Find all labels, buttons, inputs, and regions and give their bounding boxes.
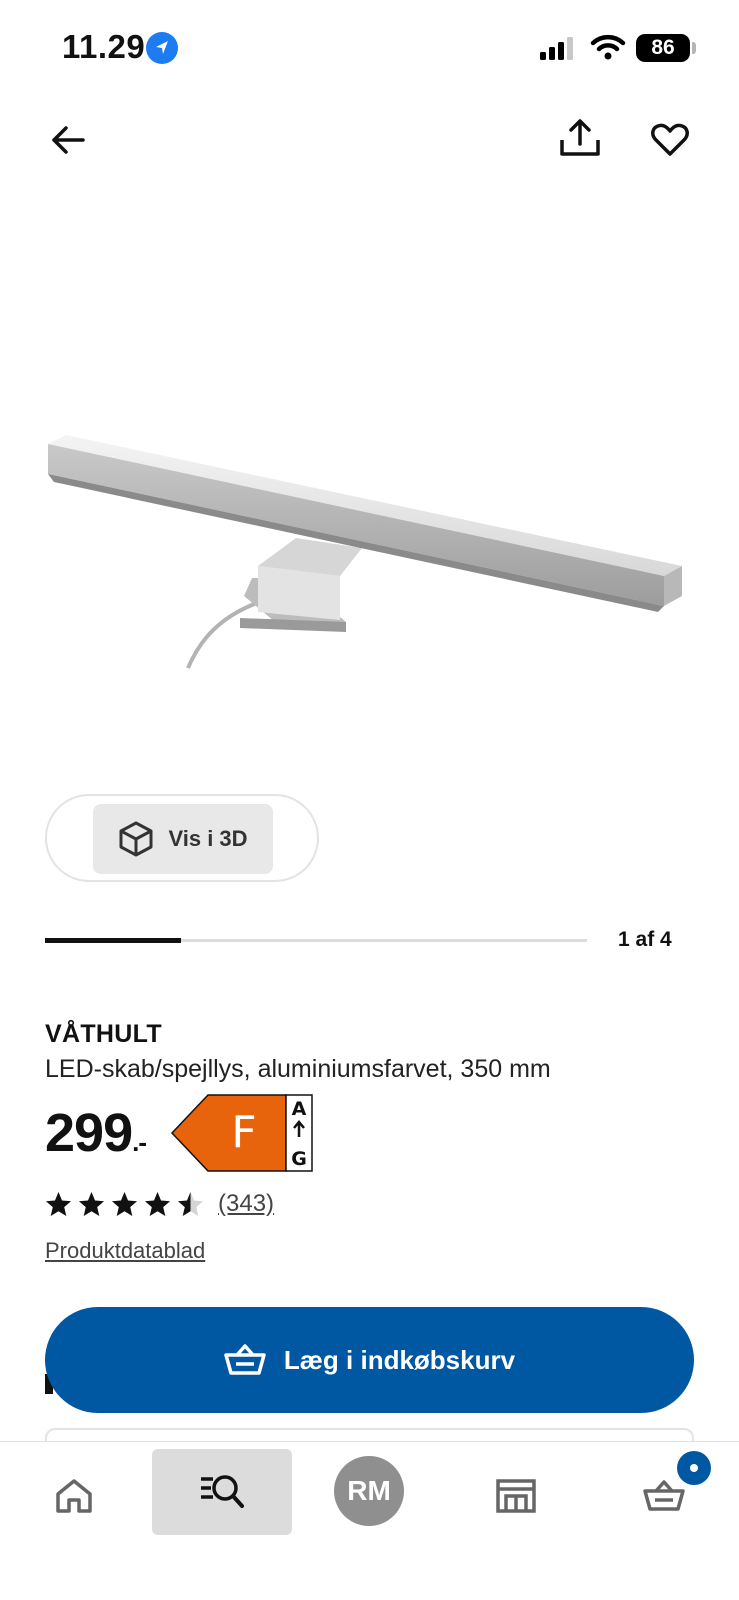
tab-home[interactable] <box>42 1464 106 1528</box>
cart-badge-dot <box>690 1464 698 1472</box>
heart-icon <box>651 123 689 156</box>
gallery-pager-text: 1 af 4 <box>618 928 672 951</box>
product-description: LED-skab/spejllys, aluminiumsfarvet, 350… <box>45 1055 551 1083</box>
energy-label[interactable]: F A G <box>170 1093 316 1173</box>
search-list-icon <box>201 1475 244 1508</box>
view-3d-button[interactable]: Vis i 3D <box>93 804 273 874</box>
basket-icon <box>224 1344 266 1375</box>
cart-badge <box>677 1451 711 1485</box>
status-time: 11.29 <box>62 28 146 65</box>
product-name: VÅTHULT <box>45 1020 162 1048</box>
store-icon <box>496 1479 536 1513</box>
battery-icon: 86 <box>636 34 690 62</box>
view-3d-label: Vis i 3D <box>168 826 248 851</box>
home-icon <box>56 1479 92 1513</box>
add-to-cart-label: Læg i indkøbskurv <box>283 1344 516 1375</box>
star-icon <box>79 1191 104 1216</box>
location-arrow-icon <box>146 32 178 64</box>
star-icon <box>112 1191 137 1216</box>
review-count[interactable]: (343) <box>218 1190 274 1218</box>
star-icon <box>145 1191 170 1216</box>
share-icon <box>560 119 600 156</box>
wifi-icon <box>590 32 626 67</box>
favorite-button[interactable] <box>642 112 698 168</box>
tab-profile[interactable]: RM <box>334 1456 404 1526</box>
top-nav <box>0 100 739 180</box>
bottom-tab-bar: RM <box>0 1441 739 1600</box>
share-button[interactable] <box>552 110 608 166</box>
gallery-pager-track <box>45 938 587 943</box>
arrow-left-icon <box>52 126 85 154</box>
product-image[interactable] <box>40 400 700 690</box>
back-button[interactable] <box>40 112 96 168</box>
tab-search[interactable] <box>152 1449 292 1535</box>
signal-icon <box>540 36 578 67</box>
add-to-cart-button[interactable]: Læg i indkøbskurv <box>45 1307 694 1413</box>
star-icon <box>178 1191 203 1216</box>
product-price: 299.- <box>45 1102 147 1164</box>
price-suffix: .- <box>132 1127 147 1157</box>
energy-class: F <box>231 1107 256 1158</box>
star-icon <box>46 1191 71 1216</box>
product-rating[interactable]: (343) <box>45 1190 274 1218</box>
tab-stores[interactable] <box>484 1464 548 1528</box>
cube-icon <box>119 821 153 857</box>
datasheet-link[interactable]: Produktdatablad <box>45 1238 205 1264</box>
battery-nub <box>692 42 696 54</box>
gallery-pager-progress <box>45 938 181 943</box>
status-bar: 11.29 86 <box>0 0 739 100</box>
basket-icon <box>643 1480 685 1511</box>
rating-stars <box>45 1191 204 1218</box>
energy-scale-bottom: G <box>291 1148 307 1170</box>
energy-scale-top: A <box>292 1098 307 1120</box>
view-3d-container: Vis i 3D <box>45 794 319 882</box>
price-value: 299 <box>45 1103 133 1163</box>
